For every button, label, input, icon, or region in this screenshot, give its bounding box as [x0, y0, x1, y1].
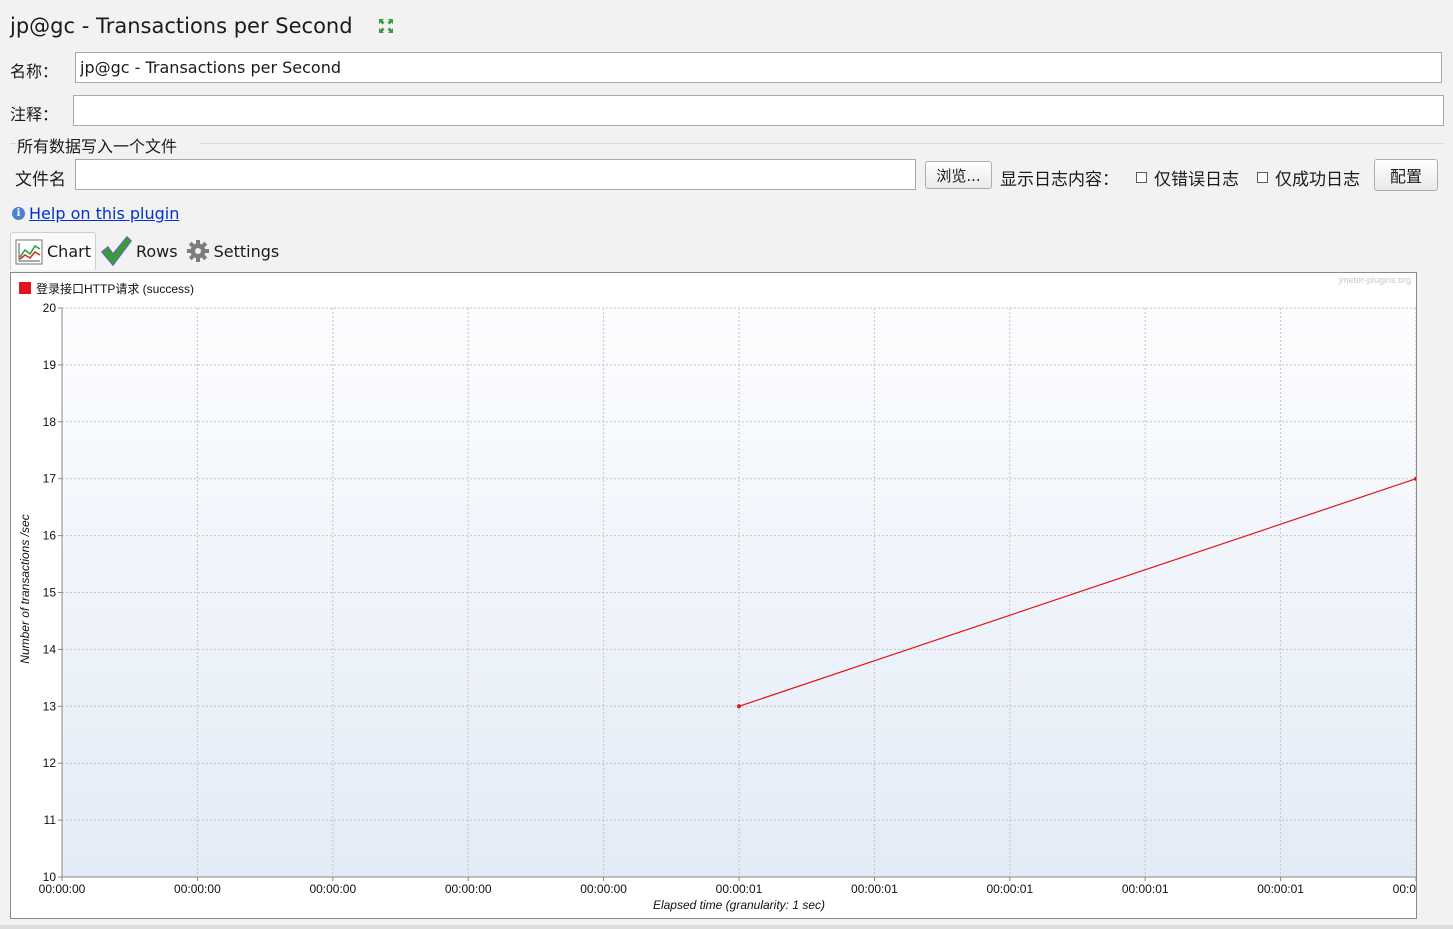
x-tick-label: 00:00:00: [39, 882, 86, 896]
errors-only-label: 仅错误日志: [1154, 170, 1239, 190]
tab-rows[interactable]: Rows: [96, 232, 182, 270]
group-border: [10, 143, 16, 144]
y-tick-label: 20: [43, 301, 57, 315]
y-axis-label: Number of transactions /sec: [18, 514, 32, 663]
x-tick-label: 00:00:00: [309, 882, 356, 896]
y-tick-label: 13: [43, 699, 57, 713]
legend-label: 登录接口HTTP请求 (success): [36, 281, 194, 296]
x-tick-label: 00:00:01: [1122, 882, 1169, 896]
y-tick-label: 14: [43, 642, 57, 656]
watermark: jmeter-plugins.org: [1338, 275, 1411, 285]
file-group-legend: 所有数据写入一个文件: [17, 133, 182, 157]
x-tick-label: 00:00:00: [445, 882, 492, 896]
checkbox-box[interactable]: [1257, 172, 1268, 183]
checkbox-box[interactable]: [1136, 172, 1147, 183]
tab-rows-label: Rows: [135, 241, 178, 261]
tab-chart[interactable]: Chart: [10, 232, 96, 270]
y-tick-label: 19: [43, 358, 57, 372]
y-tick-label: 16: [43, 529, 57, 543]
x-tick-label: 00:00:01: [1257, 882, 1304, 896]
browse-button[interactable]: 浏览...: [925, 161, 992, 189]
comment-input[interactable]: [73, 95, 1444, 126]
legend-swatch: [19, 282, 31, 294]
legend: 登录接口HTTP请求 (success): [19, 281, 194, 296]
expand-icon[interactable]: [377, 17, 395, 35]
success-only-checkbox[interactable]: 仅成功日志: [1257, 165, 1360, 190]
info-icon: i: [12, 207, 25, 220]
filename-input[interactable]: [75, 159, 916, 190]
help-row: i Help on this plugin: [12, 204, 179, 223]
errors-only-checkbox[interactable]: 仅错误日志: [1136, 165, 1239, 190]
x-tick-label: 00:00:01: [716, 882, 763, 896]
tps-chart: 101112131415161718192000:00:00 00:00:00 00…: [18, 275, 1440, 912]
tab-settings-label: Settings: [213, 241, 280, 261]
x-axis-label: Elapsed time (granularity: 1 sec): [653, 898, 825, 912]
log-content-label: 显示日志内容：: [1000, 170, 1119, 190]
page-title: jp@gc - Transactions per Second: [10, 14, 353, 38]
tab-chart-label: Chart: [47, 242, 91, 261]
gear-icon: [186, 240, 209, 262]
success-only-label: 仅成功日志: [1275, 170, 1360, 190]
y-tick-label: 11: [44, 813, 57, 827]
filename-label: 文件名: [15, 170, 66, 190]
help-link[interactable]: Help on this plugin: [29, 204, 179, 223]
x-tick-label: 00:00:01: [986, 882, 1033, 896]
x-tick-label: 00:00:00: [580, 882, 627, 896]
chart-panel: 10 11 12 13 14 15 16 17 18 19 20 00:00:00 00:00:00 00…: [10, 272, 1440, 919]
tab-settings[interactable]: Settings: [182, 232, 284, 270]
status-bar: [0, 925, 1453, 929]
x-tick-label: 00:00:00: [174, 882, 221, 896]
y-tick-label: 12: [43, 756, 57, 770]
x-tick-label: 00:00:01: [851, 882, 898, 896]
checkmark-icon: [100, 235, 132, 267]
chart-icon: [15, 239, 43, 264]
x-tick-label: 00:00:02: [1393, 882, 1416, 896]
data-point: [737, 704, 741, 709]
y-tick-label: 17: [43, 472, 57, 486]
title-row: jp@gc - Transactions per Second: [10, 12, 395, 40]
config-button[interactable]: 配置: [1374, 159, 1438, 191]
name-label: 名称：: [10, 62, 59, 81]
comment-label: 注释：: [10, 105, 59, 124]
y-tick-label: 15: [43, 586, 57, 600]
group-border: [200, 143, 1443, 144]
name-input[interactable]: [75, 52, 1442, 83]
y-tick-label: 18: [43, 415, 57, 429]
tab-bar: Chart Rows Settings: [10, 230, 283, 270]
